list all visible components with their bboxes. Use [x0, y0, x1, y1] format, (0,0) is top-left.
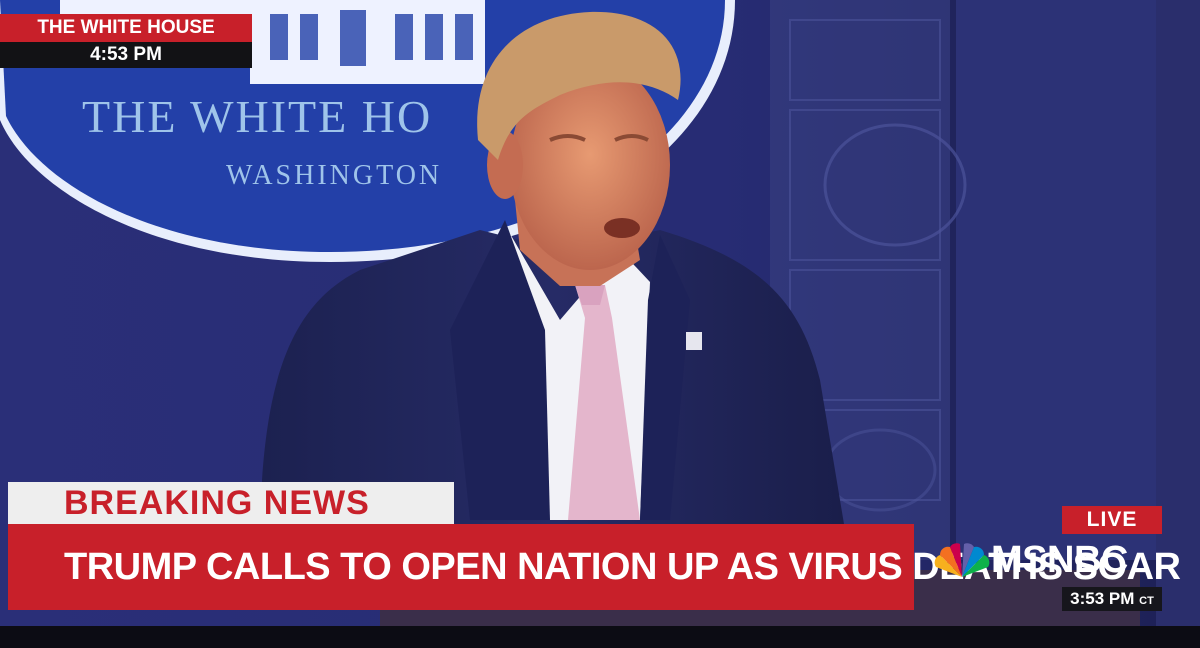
location-label: THE WHITE HOUSE	[0, 14, 252, 42]
clock-time: 3:53 PM	[1070, 589, 1135, 608]
live-badge: LIVE	[1062, 506, 1162, 534]
network-clock: 3:53 PM CT	[1062, 587, 1162, 611]
location-time: 4:53 PM	[0, 42, 252, 68]
seal-title: THE WHITE HO	[82, 91, 433, 142]
location-bug: THE WHITE HOUSE 4:53 PM	[0, 14, 252, 68]
msnbc-logo: MSNBC	[991, 539, 1128, 581]
headline-chyron: TRUMP CALLS TO OPEN NATION UP AS VIRUS D…	[8, 524, 1181, 610]
clock-zone: CT	[1139, 595, 1154, 607]
seal-subtitle: WASHINGTON	[226, 160, 443, 191]
breaking-news-banner: BREAKING NEWS	[8, 482, 454, 524]
peacock-icon	[934, 543, 990, 577]
